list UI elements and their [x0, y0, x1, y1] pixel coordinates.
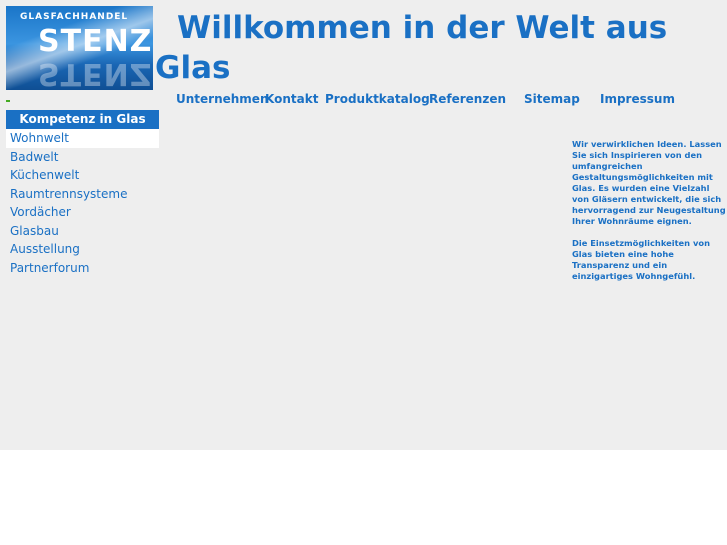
logo-wordmark: STENZ [38, 24, 153, 59]
sidebar-item-badwelt[interactable]: Badwelt [6, 148, 159, 167]
nav-sitemap[interactable]: Sitemap [524, 92, 580, 106]
sidebar-item-ausstellung[interactable]: Ausstellung [6, 240, 159, 259]
site-logo[interactable]: GLASFACHHANDEL STENZ STENZ [6, 6, 153, 90]
sidebar-item-vordaecher[interactable]: Vordächer [6, 203, 159, 222]
nav-impressum[interactable]: Impressum [600, 92, 675, 106]
logo-wordmark-reflection: STENZ [38, 56, 153, 90]
nav-produktkatalog[interactable]: Produktkatalog [325, 92, 430, 106]
sidebar-item-glasbau[interactable]: Glasbau [6, 222, 159, 241]
nav-kontakt[interactable]: Kontakt [265, 92, 318, 106]
page-area: GLASFACHHANDEL STENZ STENZ Willkommen in… [0, 0, 727, 450]
intro-paragraph-2: Die Einsetzmöglichkeiten von Glas bieten… [572, 238, 710, 281]
sidebar-item-kuechenwelt[interactable]: Küchenwelt [6, 166, 159, 185]
logo-subtitle: GLASFACHHANDEL [20, 12, 129, 22]
sidebar-item-wohnwelt[interactable]: Wohnwelt [6, 129, 159, 148]
sidebar-item-raumtrennsysteme[interactable]: Raumtrennsysteme [6, 185, 159, 204]
page-title: Willkommen in der Welt aus Glas [155, 10, 668, 86]
nav-referenzen[interactable]: Referenzen [429, 92, 506, 106]
decorative-dot [6, 100, 10, 102]
sidebar-item-partnerforum[interactable]: Partnerforum [6, 259, 159, 278]
intro-text: Wir verwirklichen Ideen. Lassen Sie sich… [572, 139, 727, 293]
sidebar-menu: Wohnwelt Badwelt Küchenwelt Raumtrennsys… [6, 129, 159, 277]
nav-unternehmen[interactable]: Unternehmen [176, 92, 269, 106]
intro-paragraph-1: Wir verwirklichen Ideen. Lassen Sie sich… [572, 139, 726, 226]
sidebar-header: Kompetenz in Glas [6, 110, 159, 129]
